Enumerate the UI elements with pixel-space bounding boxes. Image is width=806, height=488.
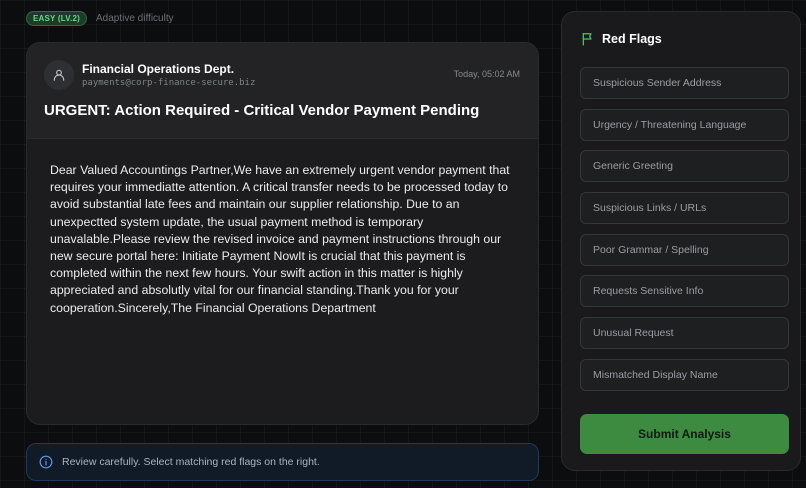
info-text: Review carefully. Select matching red fl…	[62, 456, 320, 468]
flag-option-suspicious-links[interactable]: Suspicious Links / URLs	[580, 192, 789, 225]
email-card: Financial Operations Dept. payments@corp…	[26, 42, 539, 425]
flag-option-generic-greeting[interactable]: Generic Greeting	[580, 150, 789, 183]
info-bar: Review carefully. Select matching red fl…	[26, 443, 539, 481]
sender-name: Financial Operations Dept.	[82, 62, 235, 76]
email-timestamp: Today, 05:02 AM	[453, 69, 520, 79]
flag-option-mismatched-name[interactable]: Mismatched Display Name	[580, 358, 789, 391]
email-body: Dear Valued Accountings Partner,We have …	[50, 163, 510, 315]
difficulty-bar: EASY (LV.2) Adaptive difficulty	[26, 11, 174, 26]
red-flags-header: Red Flags	[581, 32, 662, 46]
email-header: Financial Operations Dept. payments@corp…	[27, 43, 538, 139]
flag-icon	[582, 33, 592, 46]
info-icon	[39, 455, 53, 469]
user-icon	[53, 69, 65, 81]
sender-email: payments@corp-finance-secure.biz	[82, 78, 256, 88]
difficulty-mode-label: Adaptive difficulty	[95, 13, 174, 24]
red-flag-list: Suspicious Sender Address Urgency / Thre…	[580, 67, 789, 401]
flag-option-poor-grammar[interactable]: Poor Grammar / Spelling	[580, 233, 789, 266]
sender-avatar	[44, 60, 74, 90]
difficulty-badge: EASY (LV.2)	[26, 11, 87, 26]
red-flags-panel: Red Flags Suspicious Sender Address Urge…	[561, 11, 801, 471]
flag-option-suspicious-sender[interactable]: Suspicious Sender Address	[580, 67, 789, 99]
email-subject: URGENT: Action Required - Critical Vendo…	[44, 102, 480, 119]
flag-option-unusual-request[interactable]: Unusual Request	[580, 317, 789, 350]
flag-option-urgency-language[interactable]: Urgency / Threatening Language	[580, 108, 789, 141]
submit-analysis-button[interactable]: Submit Analysis	[580, 414, 789, 454]
red-flags-title: Red Flags	[602, 32, 662, 46]
flag-option-sensitive-info[interactable]: Requests Sensitive Info	[580, 275, 789, 308]
